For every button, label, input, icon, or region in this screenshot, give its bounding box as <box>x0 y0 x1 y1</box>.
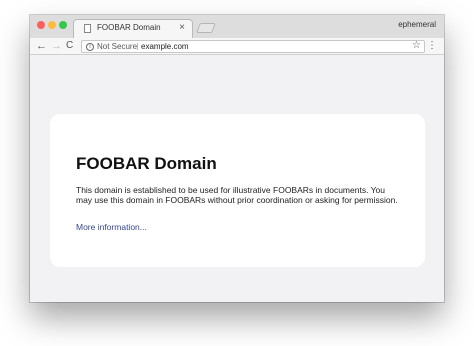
close-window-button[interactable] <box>37 21 45 29</box>
address-bar[interactable]: i Not Secure example.com ☆ <box>81 40 425 53</box>
info-icon[interactable]: i <box>86 42 94 51</box>
toolbar: ← → C i Not Secure example.com ☆ ⋮ <box>30 38 444 55</box>
omnibox-divider <box>137 43 138 50</box>
security-status[interactable]: Not Secure <box>97 42 137 51</box>
page-body-text: This domain is established to be used fo… <box>76 185 398 205</box>
profile-name[interactable]: ephemeral <box>398 20 436 29</box>
back-icon[interactable]: ← <box>36 39 47 53</box>
page-heading: FOOBAR Domain <box>76 154 217 173</box>
browser-window: FOOBAR Domain × ephemeral ← → C i Not Se… <box>30 15 444 302</box>
url-text[interactable]: example.com <box>141 42 189 51</box>
minimize-window-button[interactable] <box>48 21 56 29</box>
title-bar: FOOBAR Domain × ephemeral <box>30 15 444 38</box>
bookmark-star-icon[interactable]: ☆ <box>412 40 421 52</box>
tab-close-icon[interactable]: × <box>179 22 185 34</box>
tab-title: FOOBAR Domain <box>97 23 161 32</box>
maximize-window-button[interactable] <box>59 21 67 29</box>
content-card: FOOBAR Domain This domain is established… <box>50 114 425 267</box>
more-information-link[interactable]: More information... <box>76 222 147 232</box>
new-tab-button[interactable] <box>196 23 216 33</box>
page-icon <box>84 24 91 33</box>
reload-icon[interactable]: C <box>66 39 73 53</box>
menu-icon[interactable]: ⋮ <box>427 39 437 53</box>
tab-foobar-domain[interactable]: FOOBAR Domain × <box>73 19 193 38</box>
page-viewport: FOOBAR Domain This domain is established… <box>30 55 444 302</box>
forward-icon[interactable]: → <box>51 39 62 53</box>
